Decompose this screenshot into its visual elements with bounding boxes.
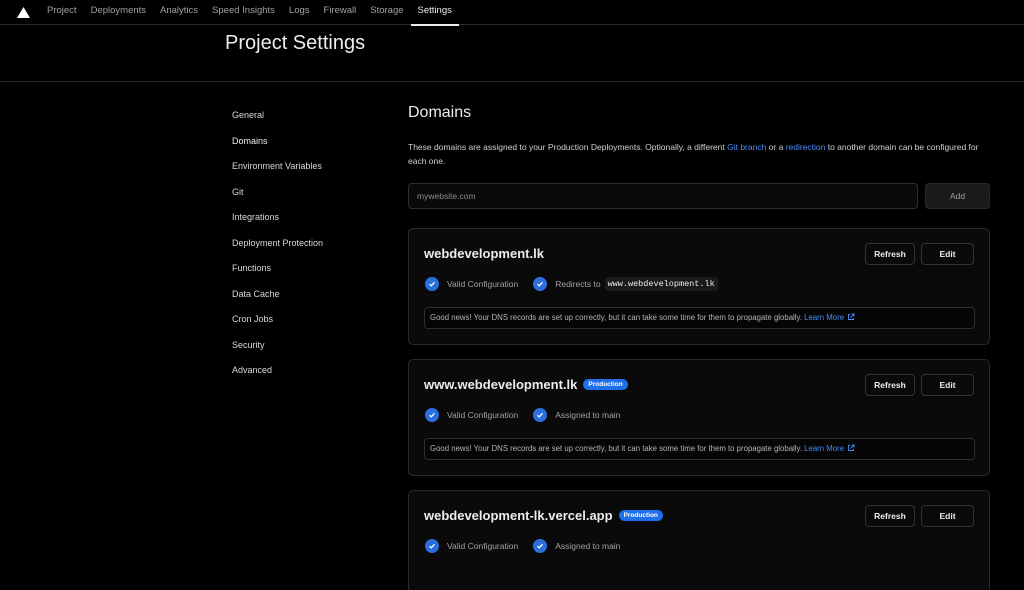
domain-card: webdevelopment-lk.vercel.app Production R…: [408, 490, 990, 590]
domain-input[interactable]: [408, 183, 919, 209]
card-actions: Refresh Edit: [865, 374, 974, 396]
domain-name: www.webdevelopment.lk Production: [424, 377, 628, 392]
page-title: Project Settings: [225, 32, 366, 54]
settings-sidebar: General Domains Environment Variables Gi…: [232, 108, 323, 389]
top-navigation: Project Deployments Analytics Speed Insi…: [0, 0, 1024, 26]
domain-card: www.webdevelopment.lk Production Refresh …: [408, 359, 990, 476]
domains-section: Domains These domains are assigned to yo…: [408, 100, 990, 209]
sidebar-item-environment-variables[interactable]: Environment Variables: [232, 159, 323, 185]
redirection-link[interactable]: redirection: [786, 142, 826, 152]
learn-more-label: Learn More: [804, 444, 845, 453]
domain-name-text[interactable]: webdevelopment.lk: [424, 246, 544, 261]
desc-text: These domains are assigned to your Produ…: [408, 142, 728, 152]
refresh-button[interactable]: Refresh: [865, 374, 915, 396]
status-valid-configuration: Valid Configuration: [425, 539, 518, 553]
tab-project[interactable]: Project: [40, 0, 84, 25]
status-label: Valid Configuration: [447, 279, 519, 289]
external-link-icon: [848, 313, 855, 320]
add-domain-row: Add: [408, 183, 990, 209]
sidebar-item-advanced[interactable]: Advanced: [232, 363, 323, 389]
tab-speed-insights[interactable]: Speed Insights: [205, 0, 282, 25]
edit-button[interactable]: Edit: [921, 505, 974, 527]
dns-notice: Good news! Your DNS records are set up c…: [424, 307, 975, 329]
learn-more-link[interactable]: Learn More: [804, 313, 855, 322]
sidebar-item-integrations[interactable]: Integrations: [232, 210, 323, 236]
tab-analytics[interactable]: Analytics: [153, 0, 205, 25]
tab-firewall[interactable]: Firewall: [317, 0, 364, 25]
status-assigned-branch: Assigned to main: [533, 539, 620, 553]
domain-statuses: Valid Configuration Assigned to main: [425, 408, 635, 422]
desc-text: or a: [766, 142, 786, 152]
status-label: Assigned to main: [555, 541, 621, 551]
domain-name-text[interactable]: www.webdevelopment.lk: [424, 377, 577, 392]
check-circle-icon: [533, 277, 548, 291]
check-circle-icon: [533, 408, 548, 422]
add-button[interactable]: Add: [925, 183, 990, 209]
status-label: Redirects to: [555, 279, 601, 289]
status-label: Valid Configuration: [447, 410, 519, 420]
tab-logs[interactable]: Logs: [282, 0, 317, 25]
domain-statuses: Valid Configuration Redirects to www.web…: [425, 277, 733, 291]
git-branch-link[interactable]: Git branch: [727, 142, 766, 152]
domain-name: webdevelopment-lk.vercel.app Production: [424, 508, 663, 523]
sidebar-item-deployment-protection[interactable]: Deployment Protection: [232, 236, 323, 262]
domain-name-text[interactable]: webdevelopment-lk.vercel.app: [424, 508, 613, 523]
section-title: Domains: [408, 104, 472, 121]
learn-more-label: Learn More: [804, 313, 845, 322]
sidebar-item-cron-jobs[interactable]: Cron Jobs: [232, 312, 323, 338]
tab-deployments[interactable]: Deployments: [84, 0, 153, 25]
vercel-triangle-icon[interactable]: [17, 6, 30, 18]
notice-text: Good news! Your DNS records are set up c…: [430, 444, 802, 453]
production-badge: Production: [583, 379, 628, 390]
sidebar-item-data-cache[interactable]: Data Cache: [232, 287, 323, 313]
learn-more-link[interactable]: Learn More: [804, 444, 855, 453]
sidebar-item-security[interactable]: Security: [232, 338, 323, 364]
production-badge: Production: [618, 510, 663, 521]
section-description: These domains are assigned to your Produ…: [408, 141, 988, 168]
status-label: Assigned to main: [555, 410, 621, 420]
sidebar-item-general[interactable]: General: [232, 108, 323, 134]
check-circle-icon: [533, 539, 548, 553]
status-label: Valid Configuration: [447, 541, 519, 551]
external-link-icon: [848, 444, 855, 451]
status-redirect: Redirects to www.webdevelopment.lk: [533, 277, 718, 291]
refresh-button[interactable]: Refresh: [865, 505, 915, 527]
card-actions: Refresh Edit: [865, 243, 974, 265]
tab-storage[interactable]: Storage: [363, 0, 410, 25]
sidebar-item-functions[interactable]: Functions: [232, 261, 323, 287]
check-circle-icon: [425, 408, 439, 422]
domain-card: webdevelopment.lk Refresh Edit Valid Con…: [408, 228, 990, 345]
status-assigned-branch: Assigned to main: [533, 408, 620, 422]
card-actions: Refresh Edit: [865, 505, 974, 527]
notice-text: Good news! Your DNS records are set up c…: [430, 313, 802, 322]
check-circle-icon: [425, 539, 439, 553]
sidebar-item-git[interactable]: Git: [232, 185, 323, 211]
edit-button[interactable]: Edit: [921, 243, 974, 265]
page-header: Project Settings: [0, 25, 1024, 82]
domain-list: webdevelopment.lk Refresh Edit Valid Con…: [408, 228, 990, 590]
status-valid-configuration: Valid Configuration: [425, 277, 518, 291]
tab-settings[interactable]: Settings: [410, 0, 460, 26]
redirect-target: www.webdevelopment.lk: [604, 277, 718, 291]
domain-name: webdevelopment.lk: [424, 246, 544, 261]
domain-statuses: Valid Configuration Assigned to main: [425, 539, 635, 553]
status-valid-configuration: Valid Configuration: [425, 408, 518, 422]
check-circle-icon: [425, 277, 439, 291]
refresh-button[interactable]: Refresh: [865, 243, 915, 265]
dns-notice: Good news! Your DNS records are set up c…: [424, 438, 975, 460]
edit-button[interactable]: Edit: [921, 374, 974, 396]
sidebar-item-domains[interactable]: Domains: [232, 134, 323, 160]
